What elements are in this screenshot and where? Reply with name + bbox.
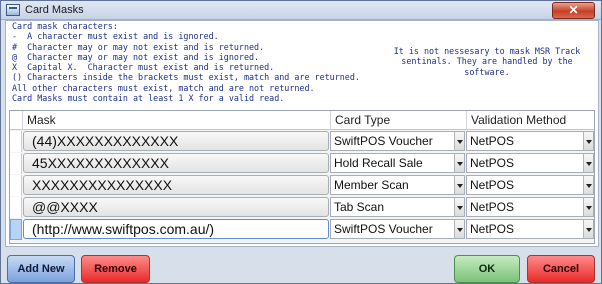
chevron-down-icon[interactable] — [454, 132, 464, 150]
row-selector[interactable] — [10, 131, 22, 152]
table-row[interactable]: (44)XXXXXXXXXXXXX SwiftPOS Voucher NetPO… — [10, 131, 594, 152]
button-bar: Add New Remove OK Cancel — [1, 249, 601, 283]
card-masks-grid: Mask Card Type Validation Method (44)XXX… — [9, 110, 595, 244]
validation-method-value: NetPOS — [470, 222, 515, 236]
card-type-select[interactable]: Tab Scan — [330, 197, 465, 217]
card-type-select[interactable]: Member Scan — [330, 175, 465, 195]
table-row[interactable]: 45XXXXXXXXXXXXX Hold Recall Sale NetPOS — [10, 153, 594, 174]
msr-sentinel-note: It is not nessesary to mask MSR Track se… — [393, 46, 581, 77]
content-panel: Card mask characters: - A character must… — [5, 20, 599, 247]
card-masks-window: Card Masks ✕ Card mask characters: - A c… — [0, 0, 602, 284]
table-row[interactable]: XXXXXXXXXXXXXXX Member Scan NetPOS — [10, 175, 594, 196]
row-selector[interactable] — [10, 219, 22, 240]
validation-method-value: NetPOS — [470, 200, 515, 214]
mask-cell[interactable]: (http://www.swiftpos.com.au/) — [23, 219, 329, 239]
card-type-value: SwiftPOS Voucher — [334, 134, 433, 148]
card-type-value: Tab Scan — [334, 200, 385, 214]
ok-button[interactable]: OK — [454, 255, 520, 283]
chevron-down-icon[interactable] — [583, 154, 593, 172]
window-title: Card Masks — [25, 4, 84, 16]
card-type-select[interactable]: SwiftPOS Voucher — [330, 131, 465, 151]
cancel-button[interactable]: Cancel — [527, 255, 595, 283]
close-button[interactable]: ✕ — [552, 2, 595, 19]
grid-header: Mask Card Type Validation Method — [10, 111, 594, 130]
validation-method-select[interactable]: NetPOS — [466, 197, 594, 217]
chevron-down-icon[interactable] — [583, 176, 593, 194]
chevron-down-icon[interactable] — [454, 198, 464, 216]
card-type-value: Member Scan — [334, 178, 409, 192]
card-type-select[interactable]: SwiftPOS Voucher — [330, 219, 465, 239]
card-type-value: Hold Recall Sale — [334, 156, 423, 170]
row-selector[interactable] — [10, 153, 22, 174]
chevron-down-icon[interactable] — [454, 220, 464, 238]
validation-method-value: NetPOS — [470, 178, 515, 192]
column-header-validation-method[interactable]: Validation Method — [466, 111, 594, 130]
remove-button[interactable]: Remove — [81, 255, 150, 283]
mask-cell[interactable]: 45XXXXXXXXXXXXX — [23, 153, 329, 173]
validation-method-select[interactable]: NetPOS — [466, 219, 594, 239]
row-selector[interactable] — [10, 175, 22, 196]
row-selector[interactable] — [10, 197, 22, 218]
chevron-down-icon[interactable] — [454, 154, 464, 172]
table-row[interactable]: @@XXXX Tab Scan NetPOS — [10, 197, 594, 218]
table-row[interactable]: (http://www.swiftpos.com.au/) SwiftPOS V… — [10, 219, 594, 240]
column-header-mask[interactable]: Mask — [22, 111, 330, 130]
add-new-button[interactable]: Add New — [7, 255, 75, 283]
validation-method-value: NetPOS — [470, 156, 515, 170]
title-bar: Card Masks ✕ — [1, 1, 601, 20]
mask-help-text: Card mask characters: - A character must… — [12, 21, 360, 104]
validation-method-select[interactable]: NetPOS — [466, 153, 594, 173]
mask-cell[interactable]: @@XXXX — [23, 197, 329, 217]
column-header-card-type[interactable]: Card Type — [330, 111, 466, 130]
mask-cell[interactable]: (44)XXXXXXXXXXXXX — [23, 131, 329, 151]
chevron-down-icon[interactable] — [583, 198, 593, 216]
chevron-down-icon[interactable] — [454, 176, 464, 194]
mask-cell[interactable]: XXXXXXXXXXXXXXX — [23, 175, 329, 195]
chevron-down-icon[interactable] — [583, 220, 593, 238]
validation-method-select[interactable]: NetPOS — [466, 131, 594, 151]
chevron-down-icon[interactable] — [583, 132, 593, 150]
window-icon — [6, 4, 20, 16]
card-type-value: SwiftPOS Voucher — [334, 222, 433, 236]
card-type-select[interactable]: Hold Recall Sale — [330, 153, 465, 173]
validation-method-select[interactable]: NetPOS — [466, 175, 594, 195]
validation-method-value: NetPOS — [470, 134, 515, 148]
